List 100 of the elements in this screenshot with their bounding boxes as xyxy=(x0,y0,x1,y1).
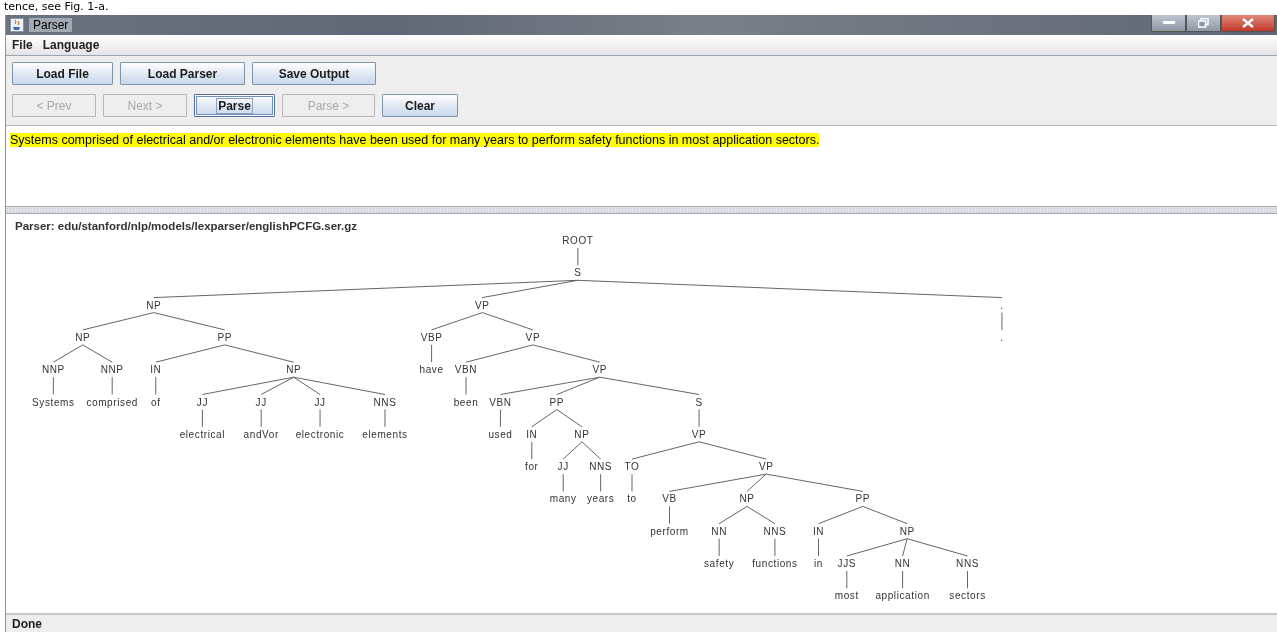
tree-node-label: S xyxy=(574,267,582,279)
tree-edge xyxy=(718,538,720,557)
tree-edge xyxy=(260,409,262,428)
toolbar-button[interactable]: Load File xyxy=(12,62,113,85)
tree-node-label: NN xyxy=(711,525,727,537)
tree-node-label: TO xyxy=(624,461,640,473)
toolbar-button[interactable]: Save Output xyxy=(252,62,376,85)
tree-node-label: VP xyxy=(758,461,774,473)
tree-node-label: VBN xyxy=(489,396,512,408)
tree-edge xyxy=(52,376,54,395)
tree-edge xyxy=(531,441,533,460)
menu-item[interactable]: File xyxy=(12,38,33,52)
tree-leaf-word: functions xyxy=(752,558,798,569)
tree-edge xyxy=(431,312,483,331)
tree-node-label: IN xyxy=(526,428,538,440)
toolbar-button[interactable]: Parse xyxy=(194,94,275,117)
tree-leaf-word: elements xyxy=(362,428,408,440)
tree-edge xyxy=(1001,312,1003,331)
tree-edge xyxy=(431,344,433,363)
tree-leaf-word: perform xyxy=(650,525,689,537)
tree-node-label: JJS xyxy=(837,558,857,569)
tree-node-label: PP xyxy=(217,331,232,343)
tree-leaf-word: been xyxy=(453,396,479,408)
tree-node-label: NNP xyxy=(100,364,124,376)
maximize-button[interactable] xyxy=(1186,15,1221,32)
tree-leaf-word: electrical xyxy=(179,428,226,440)
tree-node-label: NNS xyxy=(763,525,787,537)
close-button[interactable] xyxy=(1221,15,1275,32)
tree-leaf-word: comprised xyxy=(86,396,138,408)
tree-node-label: NN xyxy=(894,558,911,569)
tree-edge xyxy=(155,344,226,363)
tree-node-label: IN xyxy=(150,364,162,376)
document-text-fragment: tence, see Fig. 1-a. xyxy=(4,0,109,14)
tree-edge xyxy=(577,247,579,266)
tree-leaf-word: to xyxy=(627,493,637,505)
menu-item[interactable]: Language xyxy=(42,38,100,52)
tree-node-label: VP xyxy=(592,364,608,376)
tree-leaf-word: Systems xyxy=(32,396,75,408)
tree-leaf-word: years xyxy=(586,493,615,505)
tree-edge xyxy=(600,473,602,492)
tree-node-label: ROOT xyxy=(562,235,594,246)
toolbar-button[interactable]: Load Parser xyxy=(120,62,245,85)
coffee-cup-icon xyxy=(10,18,24,32)
tree-edge xyxy=(967,570,969,589)
window-title: Parser xyxy=(29,18,73,32)
tree-edge xyxy=(556,409,583,428)
splitter-handle[interactable] xyxy=(6,207,1277,214)
tree-node-label: . xyxy=(1000,299,1004,311)
tree-node-label: NP xyxy=(899,525,915,537)
tree-leaf-word: used xyxy=(488,428,513,440)
tree-leaf-word: most xyxy=(834,590,859,602)
tree-node-label: JJ xyxy=(557,461,569,473)
tree-edge xyxy=(846,570,848,589)
tree-edge xyxy=(746,505,776,525)
tree-node-label: S xyxy=(695,396,703,408)
tree-edge xyxy=(111,376,113,395)
toolbar-button[interactable]: Clear xyxy=(382,94,458,117)
tree-node-label: PP xyxy=(549,396,565,408)
parser-path-label: Parser: edu/stanford/nlp/models/lexparser/englishPCFG.ser.gz xyxy=(15,220,358,232)
tree-leaf-word: sectors xyxy=(949,590,986,602)
status-text: Done xyxy=(12,616,42,631)
tree-node-label: PP xyxy=(855,493,871,505)
sentence-input-field[interactable]: Systems comprised of electrical and/or electronic elements have been used for many years to perform safety functions in most application sectors. xyxy=(10,133,820,147)
tree-edge xyxy=(774,538,776,557)
tree-node-label: NNS xyxy=(956,558,979,569)
tree-node-label: NP xyxy=(146,299,162,311)
tree-leaf-word: safety xyxy=(704,558,735,569)
tree-node-label: JJ xyxy=(255,396,267,408)
tree-edge xyxy=(698,441,767,460)
tree-leaf-word: . xyxy=(1000,331,1004,343)
tree-edge xyxy=(581,441,602,460)
tree-node-label: NP xyxy=(739,493,755,505)
tree-edge xyxy=(862,505,908,525)
tree-leaf-word: andVor xyxy=(243,428,279,440)
tree-node-label: JJ xyxy=(314,396,326,408)
tree-node-label: NNP xyxy=(41,364,65,376)
tree-edge xyxy=(698,409,700,428)
tree-edge xyxy=(631,473,633,492)
tree-edge xyxy=(631,441,700,460)
tree-edge xyxy=(465,344,534,363)
tree-node-label: VBP xyxy=(420,331,443,343)
tree-leaf-word: have xyxy=(419,364,444,376)
tree-edge xyxy=(669,505,670,525)
minimize-button[interactable] xyxy=(1151,15,1186,32)
tree-edge xyxy=(718,505,748,525)
tree-node-label: VB xyxy=(662,493,677,505)
tree-leaf-word: application xyxy=(875,590,930,602)
tree-node-label: NP xyxy=(574,428,590,440)
tree-node-label: VBN xyxy=(454,364,478,376)
tree-edge xyxy=(52,344,84,363)
tree-leaf-word: electronic xyxy=(295,428,345,440)
tree-edge xyxy=(82,344,113,363)
tree-edge xyxy=(818,538,819,557)
tree-edge xyxy=(818,505,864,525)
tree-edge xyxy=(499,409,501,428)
tree-node-label: VP xyxy=(475,299,490,311)
tree-edge xyxy=(481,312,534,331)
tree-node-label: VP xyxy=(525,331,541,343)
tree-edge xyxy=(319,409,321,428)
tree-edge xyxy=(902,570,904,589)
